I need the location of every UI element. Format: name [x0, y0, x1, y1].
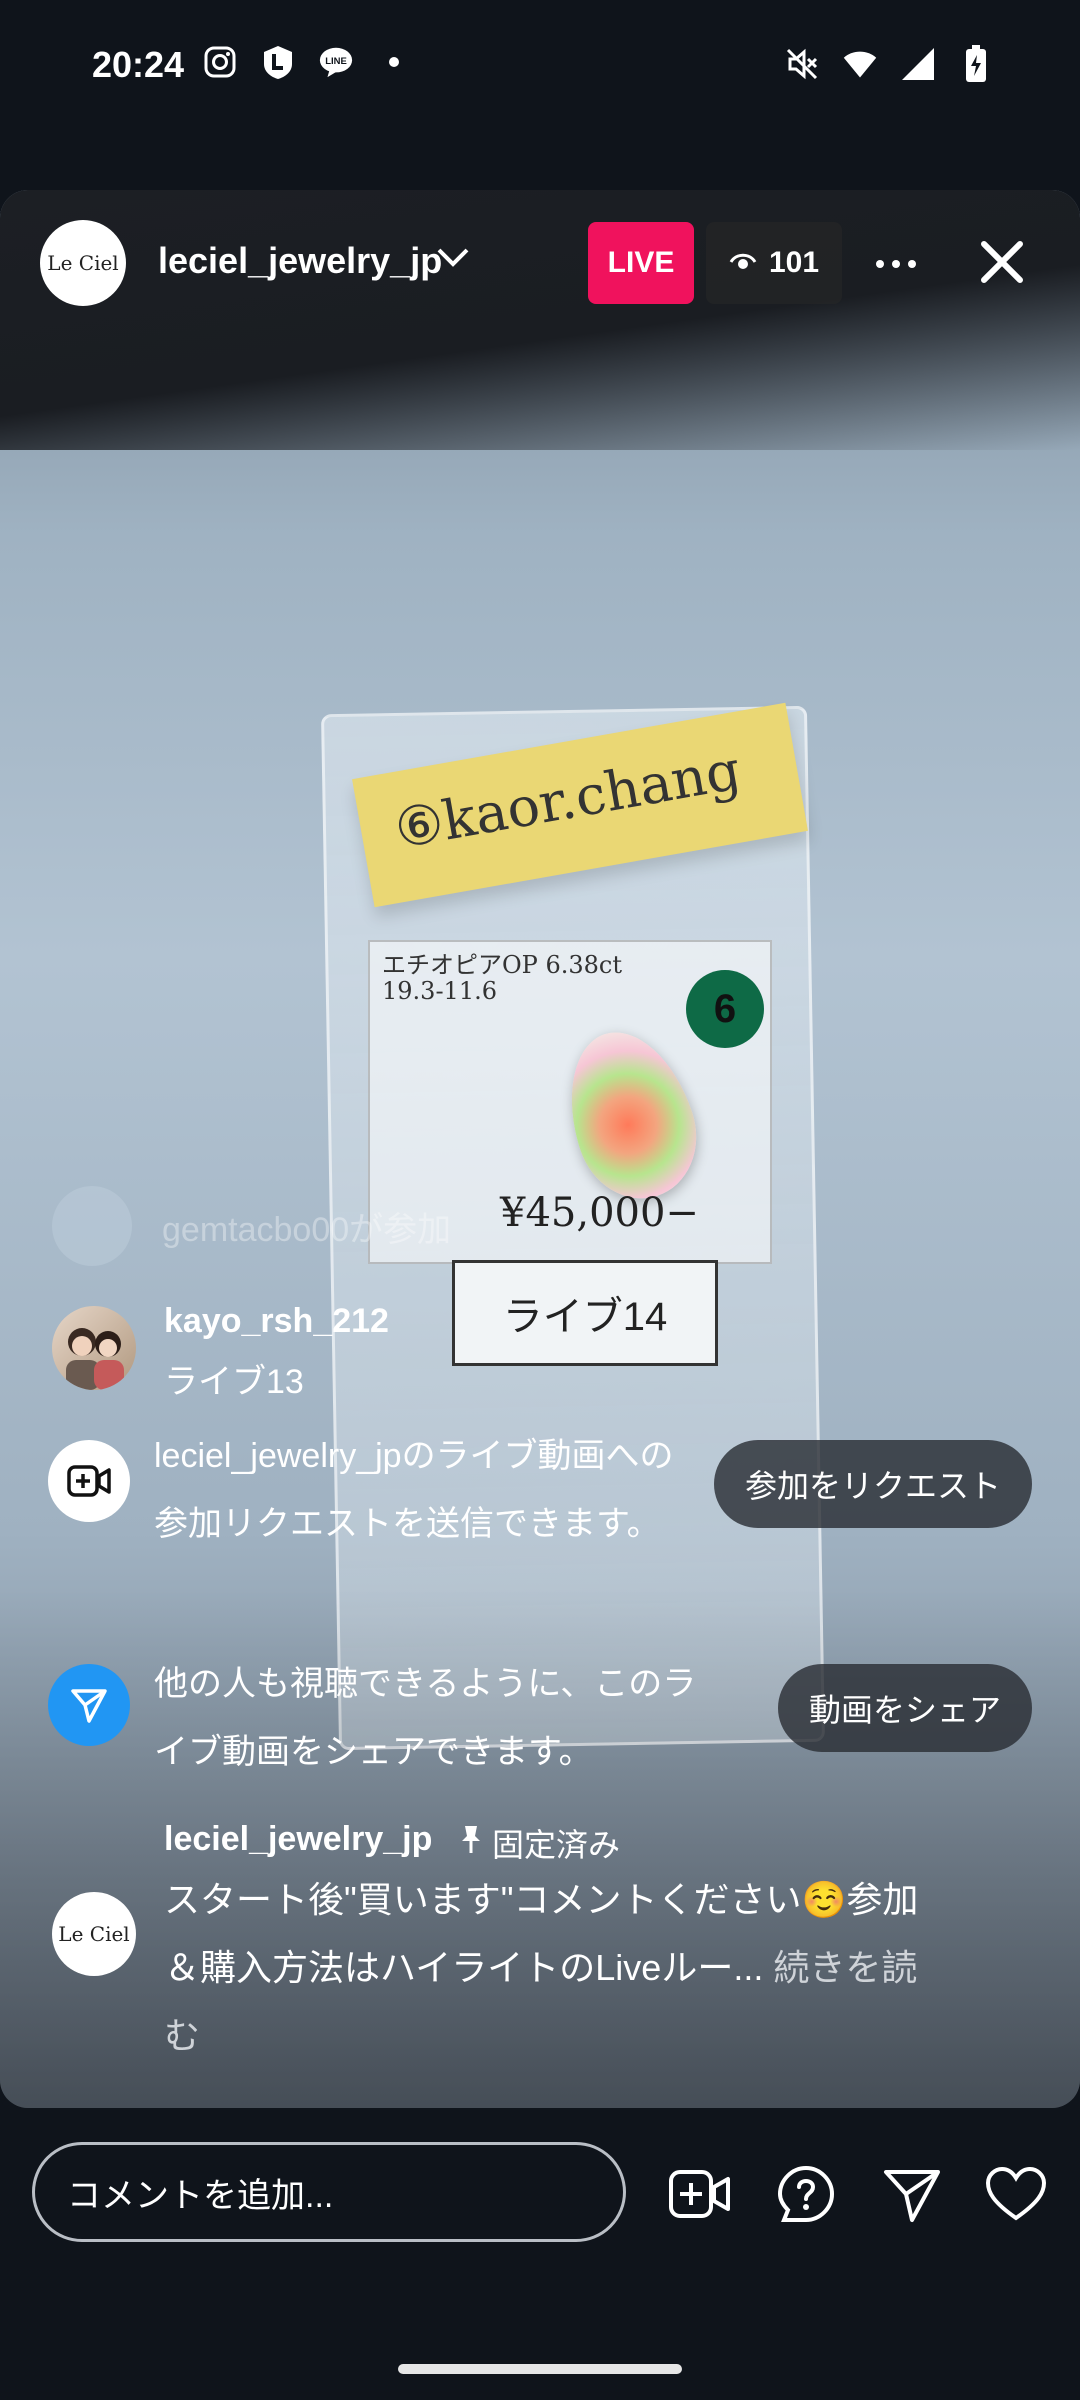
video-tag: ライブ14: [452, 1260, 718, 1366]
host-username[interactable]: leciel_jewelry_jp: [158, 240, 442, 282]
heart-icon[interactable]: [984, 2162, 1048, 2226]
video-request-icon: [48, 1440, 130, 1522]
live-badge: LIVE: [588, 222, 694, 304]
chat-message: ライブ13: [164, 1363, 304, 1401]
share-info-text: 他の人も視聴できるように、このライブ動画をシェアできます。: [154, 1665, 697, 1771]
comment-input[interactable]: コメントを追加...: [32, 2142, 626, 2242]
video-card-label: エチオピアOP 6.38ct 19.3-11.6: [382, 951, 622, 1005]
status-right-icons: [784, 45, 994, 82]
instagram-icon: [202, 44, 238, 80]
line-chat-icon: LINE: [318, 44, 354, 80]
svg-text:LINE: LINE: [325, 56, 347, 67]
video-number-badge: 6: [686, 970, 764, 1048]
share-icon: [48, 1664, 130, 1746]
eye-icon: [729, 246, 757, 280]
share-video-button[interactable]: 動画をシェア: [778, 1664, 1032, 1752]
battery-charging-icon: [958, 45, 994, 82]
faded-join-text: gemtacbo00が参加: [162, 1210, 452, 1249]
viewer-count: 101: [768, 246, 820, 279]
status-bar: 20:24 LINE: [0, 0, 1080, 140]
pin-icon: [460, 1824, 482, 1862]
video-price: ¥45,000−: [500, 1190, 699, 1236]
pinned-label: 固定済み: [492, 1827, 621, 1863]
pinned-tag: 固定済み: [460, 1820, 620, 1866]
pinned-username[interactable]: leciel_jewelry_jp: [164, 1820, 432, 1859]
chevron-down-icon[interactable]: [436, 246, 470, 273]
more-options-icon[interactable]: [872, 244, 920, 284]
request-join-button[interactable]: 参加をリクエスト: [714, 1440, 1032, 1528]
line-l-icon: [260, 44, 296, 80]
faded-avatar: [52, 1186, 132, 1266]
pinned-message: スタート後"買います"コメントください☺️参加＆購入方法はハイライトのLiveル…: [164, 1866, 924, 2070]
status-left-icons: LINE: [202, 44, 412, 80]
avatar[interactable]: [52, 1306, 136, 1390]
mute-icon: [784, 46, 820, 82]
home-indicator[interactable]: [398, 2364, 682, 2374]
status-time: 20:24: [92, 44, 185, 85]
viewer-count-badge[interactable]: 101: [706, 222, 842, 304]
host-avatar[interactable]: Le Ciel: [40, 220, 126, 306]
send-icon[interactable]: [880, 2162, 944, 2226]
chat-username[interactable]: kayo_rsh_212: [164, 1302, 389, 1341]
faded-join-message: gemtacbo00が参加: [52, 1186, 451, 1266]
wifi-icon: [842, 46, 878, 82]
question-icon[interactable]: [774, 2162, 838, 2226]
video-background-dark: [0, 190, 1080, 450]
avatar[interactable]: Le Ciel: [52, 1892, 136, 1976]
request-info-text: leciel_jewelry_jpのライブ動画への参加リクエストを送信できます。: [154, 1437, 674, 1543]
close-icon[interactable]: [978, 238, 1026, 286]
signal-icon: [900, 46, 936, 82]
add-video-icon[interactable]: [668, 2162, 732, 2226]
dot-icon: [376, 44, 412, 80]
